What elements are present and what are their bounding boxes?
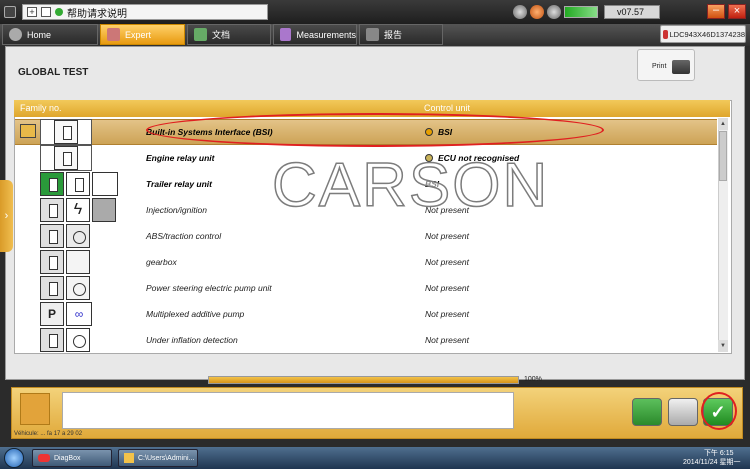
- taskbar-item-explorer[interactable]: C:\Users\Admini...: [118, 449, 198, 467]
- refresh-button[interactable]: [632, 398, 662, 426]
- progress-label: 100%: [524, 376, 542, 383]
- vin-badge[interactable]: LDC943X46D1374238: [660, 25, 746, 43]
- ecu-icon: [54, 120, 78, 144]
- tab-home[interactable]: Home: [2, 24, 98, 45]
- ecu-icon: [40, 224, 64, 248]
- clock-time: 下午 6:15: [703, 450, 734, 457]
- ecu-icon: [40, 198, 64, 222]
- progress-fill: [209, 377, 518, 383]
- scroll-down-icon[interactable]: ▼: [718, 340, 728, 352]
- tab-measurements[interactable]: Measurements: [273, 24, 357, 45]
- abs-icon: [66, 224, 90, 248]
- start-button[interactable]: [4, 448, 24, 468]
- scroll-thumb[interactable]: [719, 131, 727, 181]
- ecu-icon: [40, 172, 64, 196]
- annotation-ellipse: [146, 113, 604, 147]
- print-label: Print: [652, 63, 667, 70]
- vin-label: LDC943X46D1374238: [669, 29, 745, 39]
- recording-icon[interactable]: [513, 5, 527, 19]
- parking-icon: P: [40, 302, 64, 326]
- folder-icon: [20, 124, 36, 138]
- tab-label: 文档: [212, 30, 231, 40]
- close-button[interactable]: ×: [728, 4, 746, 19]
- table-row[interactable]: [15, 301, 717, 327]
- additive-pump-icon: ∞: [66, 302, 92, 326]
- diagbox-icon: [38, 454, 50, 462]
- taskbar-label: C:\Users\Admini...: [138, 454, 195, 462]
- tab-label: Measurements: [296, 29, 356, 40]
- search-icon: [107, 28, 120, 41]
- control-unit-status: Not present: [425, 335, 469, 345]
- report-icon: [366, 28, 379, 41]
- family-name: Multiplexed additive pump: [146, 309, 245, 319]
- table-row[interactable]: [15, 223, 717, 249]
- clock-date: 2014/11/24 星期一: [683, 459, 741, 466]
- table-row[interactable]: [15, 275, 717, 301]
- vehicle-info: Véhicule: ... fa 17 a 29 02: [14, 431, 83, 437]
- family-name: Trailer relay unit: [146, 179, 212, 189]
- waveform-icon: [280, 28, 292, 41]
- control-unit-status: Not present: [425, 257, 469, 267]
- help-request-label: 帮助请求说明: [67, 8, 127, 20]
- window-menu-icon[interactable]: [4, 6, 16, 18]
- tab-report[interactable]: 报告: [359, 24, 443, 45]
- save-button[interactable]: [668, 398, 698, 426]
- family-name: Under inflation detection: [146, 335, 238, 345]
- family-name: Injection/ignition: [146, 205, 207, 215]
- family-name: Engine relay unit: [146, 153, 215, 163]
- table-row[interactable]: [15, 249, 717, 275]
- clock[interactable]: 下午 6:15 2014/11/24 星期一: [683, 449, 740, 467]
- tab-label: Expert: [125, 29, 152, 40]
- tire-pressure-icon: [66, 328, 90, 352]
- family-name: gearbox: [146, 257, 177, 267]
- plus-icon[interactable]: +: [27, 7, 37, 17]
- ecu-icon: [66, 172, 90, 196]
- table-row[interactable]: [15, 327, 717, 353]
- taskbar-item-diagbox[interactable]: DiagBox: [32, 449, 112, 467]
- injector-icon: [92, 198, 116, 222]
- ecu-icon: [40, 250, 64, 274]
- trailer-icon: [92, 172, 118, 196]
- spark-icon: ϟ: [66, 198, 90, 222]
- family-name: ABS/traction control: [146, 231, 222, 241]
- side-panel-toggle[interactable]: ›: [0, 180, 13, 252]
- info-icon[interactable]: [547, 5, 561, 19]
- document-icon: [194, 28, 207, 41]
- ecu-icon: [40, 328, 64, 352]
- control-unit-status: Not present: [425, 309, 469, 319]
- vehicle-icon: [663, 29, 668, 39]
- control-unit-status: Not present: [425, 283, 469, 293]
- ecu-icon: [54, 146, 78, 170]
- folder-icon: [124, 453, 134, 463]
- status-dot-icon: [55, 8, 63, 16]
- watermark: CARSON: [271, 150, 550, 221]
- family-name: Power steering electric pump unit: [146, 283, 272, 293]
- help-request-bar[interactable]: + 帮助请求说明: [22, 4, 268, 20]
- home-icon: [9, 28, 22, 41]
- version-label: v07.57: [604, 5, 660, 19]
- printer-icon: [672, 60, 690, 74]
- tab-expert[interactable]: Expert: [100, 24, 185, 45]
- column-header-family[interactable]: Family no.: [20, 103, 62, 113]
- control-unit-status: Not present: [425, 231, 469, 241]
- message-box: [62, 392, 514, 429]
- minimize-button[interactable]: –: [707, 4, 725, 19]
- column-header-control-unit[interactable]: Control unit: [424, 103, 470, 113]
- tab-label: 报告: [384, 30, 403, 40]
- steering-icon: [66, 276, 90, 300]
- checkbox-icon[interactable]: [41, 7, 51, 17]
- tab-documents[interactable]: 文档: [187, 24, 271, 45]
- taskbar: [0, 447, 750, 469]
- battery-level-icon: [564, 6, 598, 18]
- alarm-icon[interactable]: [530, 5, 544, 19]
- annotation-circle: [701, 392, 737, 430]
- ecu-icon: [40, 276, 64, 300]
- page-title: GLOBAL TEST: [18, 67, 89, 78]
- tab-label: Home: [27, 29, 52, 40]
- taskbar-label: DiagBox: [54, 454, 81, 462]
- scroll-up-icon[interactable]: ▲: [718, 118, 728, 130]
- gearbox-icon: [66, 250, 90, 274]
- status-indicator: [20, 393, 50, 425]
